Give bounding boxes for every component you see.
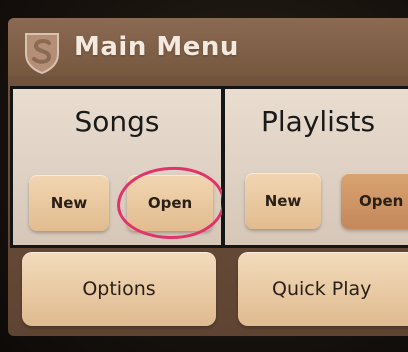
touch-screen: Main Menu Songs New Open Playlists New O…	[8, 18, 408, 336]
songs-panel-title: Songs	[74, 105, 160, 138]
playlists-new-button[interactable]: New	[245, 173, 321, 229]
playlists-panel-title: Playlists	[261, 105, 376, 138]
page-title: Main Menu	[74, 32, 239, 62]
shield-s-icon	[25, 33, 59, 74]
quick-play-button[interactable]: Quick Play	[238, 252, 408, 326]
playlists-open-button[interactable]: Open	[341, 173, 408, 229]
songs-open-button[interactable]: Open	[127, 175, 213, 231]
songs-new-button[interactable]: New	[29, 175, 109, 231]
header-bar: Main Menu	[8, 18, 408, 76]
options-button[interactable]: Options	[22, 252, 216, 326]
songs-panel: Songs New Open	[10, 86, 227, 248]
playlists-panel: Playlists New Open	[222, 86, 408, 248]
